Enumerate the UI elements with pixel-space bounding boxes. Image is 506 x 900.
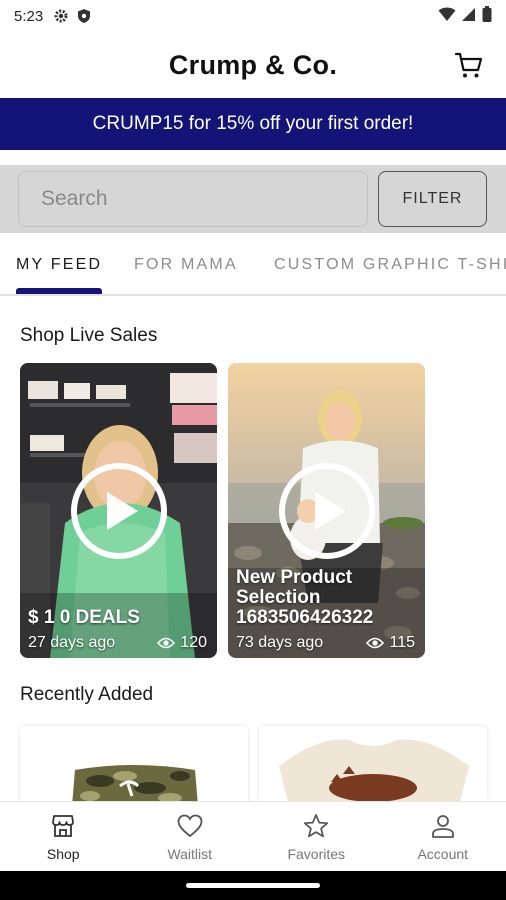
live-sale-views: 120 xyxy=(157,634,207,652)
heart-icon xyxy=(176,812,204,840)
nav-favorites[interactable]: Favorites xyxy=(253,802,380,871)
tab-my-feed[interactable]: MY FEED xyxy=(16,256,102,274)
status-time: 5:23 xyxy=(14,7,44,25)
play-button[interactable] xyxy=(70,463,167,559)
product-image xyxy=(259,726,487,806)
nav-waitlist-label: Waitlist xyxy=(167,846,213,862)
search-placeholder: Search xyxy=(41,187,108,210)
play-icon xyxy=(107,492,138,530)
promo-text: CRUMP15 for 15% off your first order! xyxy=(92,113,414,134)
store-icon xyxy=(49,812,77,840)
active-tab-indicator xyxy=(16,288,102,294)
nav-shop[interactable]: Shop xyxy=(0,802,127,871)
home-gesture-handle[interactable] xyxy=(186,883,320,888)
tab-custom-graphic-tshirts[interactable]: CUSTOM GRAPHIC T-SHI xyxy=(274,256,506,274)
live-sale-card[interactable]: New Product Selection 1683506426322 73 d… xyxy=(228,363,425,658)
eye-icon xyxy=(366,637,385,649)
app-title: Crump & Co. xyxy=(168,49,338,80)
eye-icon xyxy=(157,637,176,649)
cart-button[interactable] xyxy=(454,50,484,80)
play-button[interactable] xyxy=(278,463,375,559)
bottom-navigation: Shop Waitlist Favorites Account xyxy=(0,801,506,871)
live-sales-heading: Shop Live Sales xyxy=(20,325,158,346)
live-sale-meta: 27 days ago 120 xyxy=(28,634,207,652)
product-card[interactable] xyxy=(20,726,248,806)
search-input[interactable]: Search xyxy=(18,171,368,227)
play-icon xyxy=(315,492,346,530)
promo-banner[interactable]: CRUMP15 for 15% off your first order! xyxy=(0,98,506,150)
person-icon xyxy=(429,812,457,840)
cart-icon xyxy=(454,52,483,78)
live-sale-name: New Product Selection 1683506426322 xyxy=(236,567,374,628)
star-icon xyxy=(302,812,330,840)
nav-shop-label: Shop xyxy=(46,846,80,862)
search-bar: Search FILTER xyxy=(0,165,506,233)
category-tabs: MY FEED FOR MAMA CUSTOM GRAPHIC T-SHI xyxy=(0,240,506,296)
live-sale-name: $ 1 0 DEALS xyxy=(28,607,140,628)
nav-account-label: Account xyxy=(417,846,469,862)
status-bar: 5:23 xyxy=(0,0,506,32)
view-count: 115 xyxy=(389,634,415,651)
system-gesture-bar xyxy=(0,871,506,900)
wifi-icon xyxy=(438,7,456,26)
view-count: 120 xyxy=(180,634,207,651)
product-card[interactable] xyxy=(259,726,487,806)
battery-icon xyxy=(482,6,492,26)
live-sale-card[interactable]: $ 1 0 DEALS 27 days ago 120 xyxy=(20,363,217,658)
filter-button[interactable]: FILTER xyxy=(378,171,487,227)
signal-icon xyxy=(462,7,476,26)
live-sale-age: 73 days ago xyxy=(236,634,324,651)
settings-gear-icon xyxy=(53,8,69,24)
app-bar: Crump & Co. xyxy=(0,32,506,98)
tab-for-mama[interactable]: FOR MAMA xyxy=(134,256,238,274)
live-sale-meta: 73 days ago 115 xyxy=(236,634,415,652)
nav-favorites-label: Favorites xyxy=(287,846,346,862)
product-image xyxy=(20,726,248,806)
nav-waitlist[interactable]: Waitlist xyxy=(127,802,254,871)
nav-account[interactable]: Account xyxy=(380,802,506,871)
live-sale-views: 115 xyxy=(366,634,415,652)
shield-icon xyxy=(77,8,91,24)
filter-label: FILTER xyxy=(402,190,463,207)
recently-added-heading: Recently Added xyxy=(20,684,154,705)
live-sale-age: 27 days ago xyxy=(28,634,116,651)
